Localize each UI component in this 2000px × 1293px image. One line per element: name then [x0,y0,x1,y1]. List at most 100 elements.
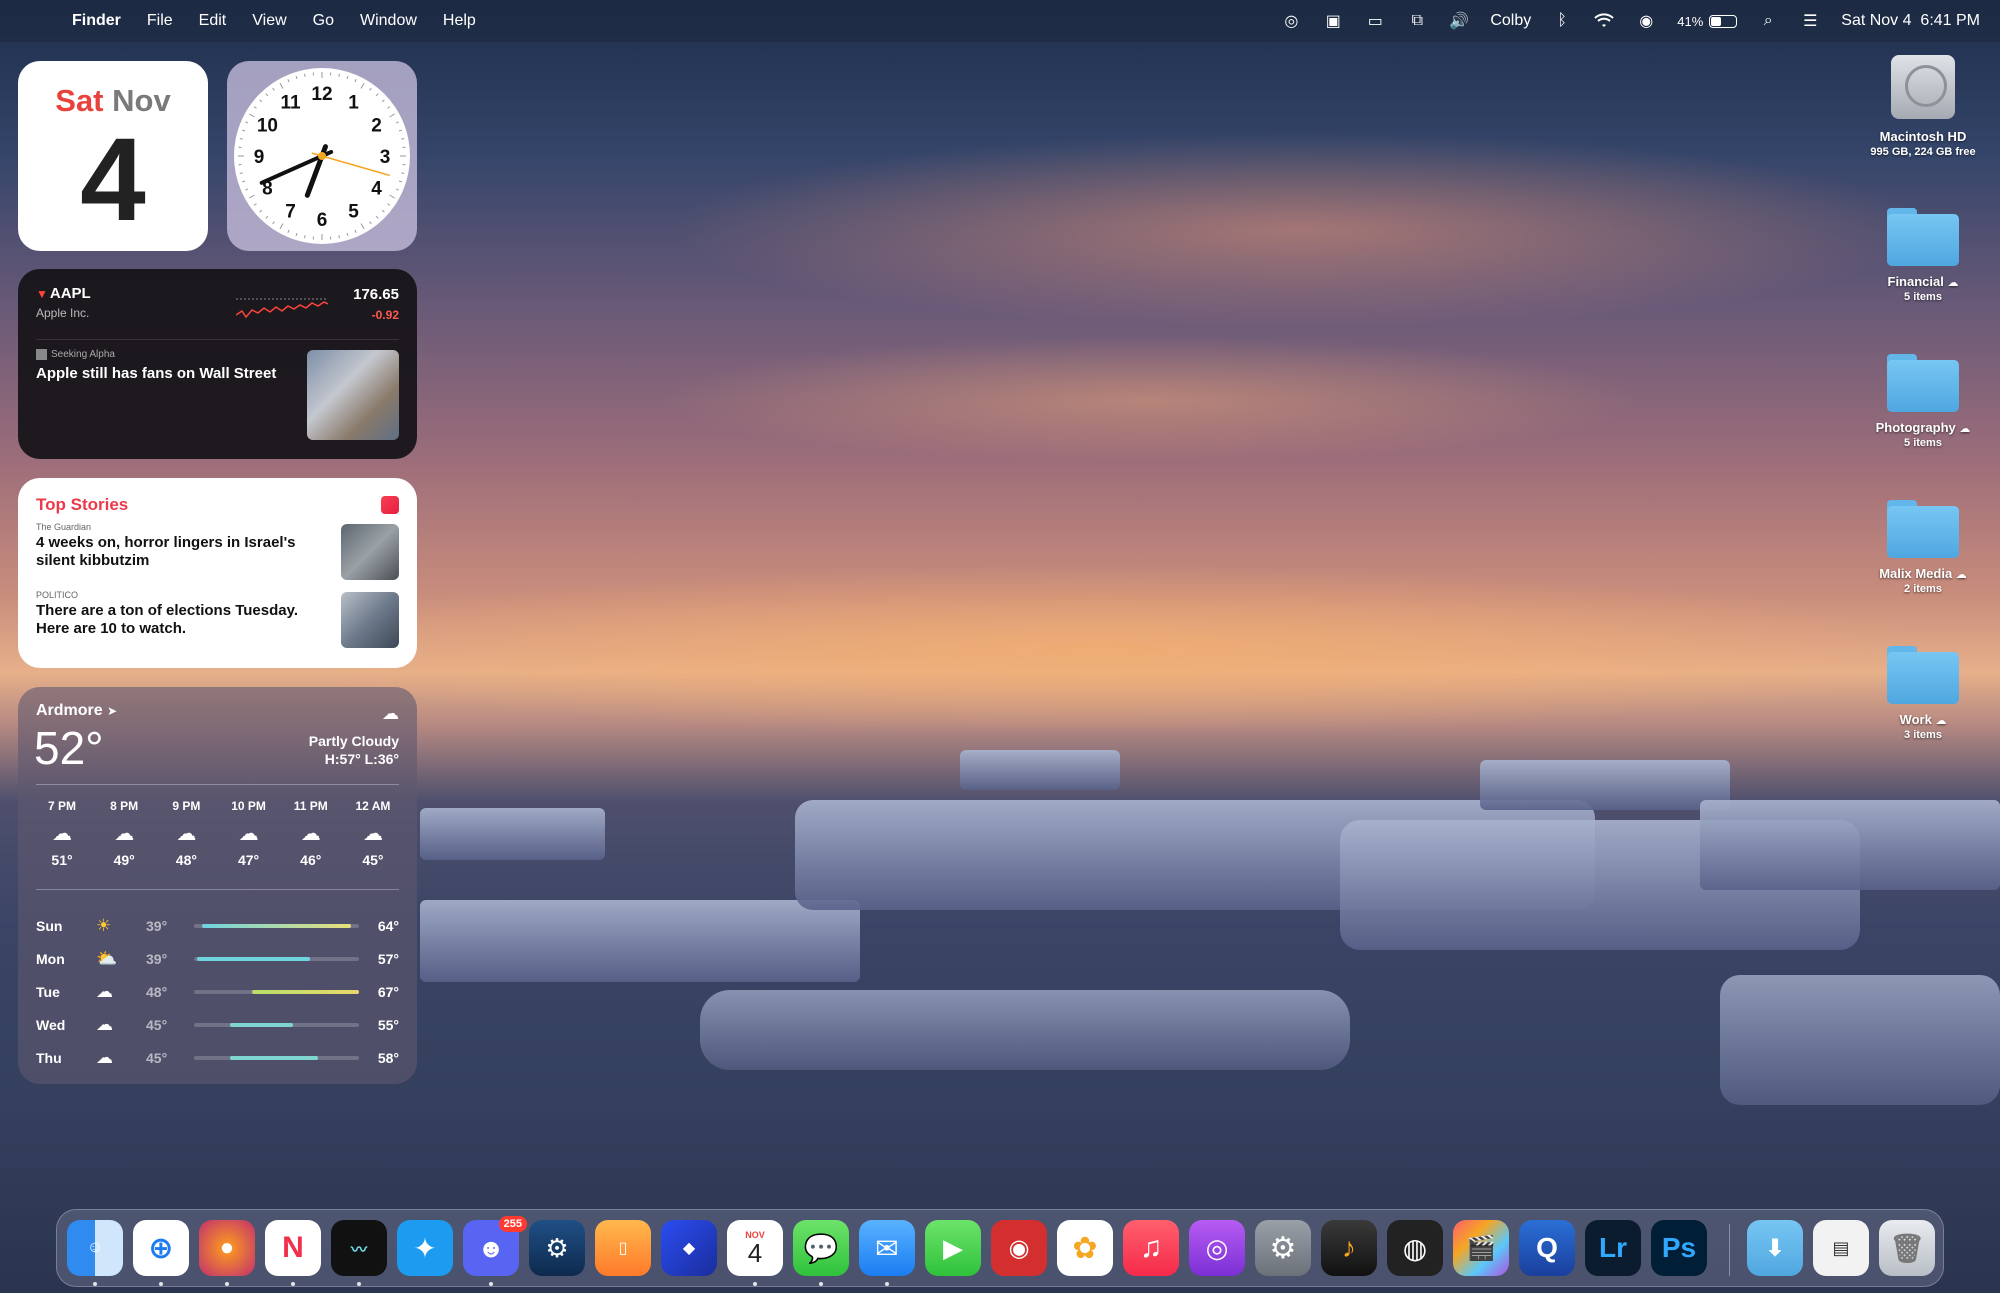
dock-music-icon[interactable]: ♫ [1123,1220,1179,1276]
dock-safari-icon[interactable]: ⊕ [133,1220,189,1276]
desktop-item-macintosh-hd[interactable]: Macintosh HD 995 GB, 224 GB free [1853,55,1993,158]
battery-status[interactable]: 41% [1677,14,1738,29]
clock-tick [389,113,395,118]
daily-row: Wed ☁ 45° 55° [36,1014,399,1034]
icloud-icon: ☁ [1955,569,1967,581]
dock-garageband-icon[interactable]: ♪ [1321,1220,1377,1276]
dock-books-icon[interactable]: ▯ [595,1220,651,1276]
calendar-widget[interactable]: Sat Nov 4 [18,61,208,251]
dock-firefox-icon[interactable]: ● [199,1220,255,1276]
desktop-item-work[interactable]: Work ☁ 3 items [1853,646,1993,741]
dock-trash-icon[interactable]: 🗑 [1879,1220,1935,1276]
dock-photoshop-icon[interactable]: Ps [1651,1220,1707,1276]
desktop-item-financial[interactable]: Financial ☁ 5 items [1853,208,1993,303]
partly-sunny-icon: ⛅ [96,948,118,968]
desktop-item-malix-media[interactable]: Malix Media ☁ 2 items [1853,500,1993,595]
clock-tick [401,172,405,174]
stocks-widget[interactable]: ▼ AAPL Apple Inc. 176.65 -0.92 Seeking Al… [18,269,417,459]
icloud-icon: ☁ [1947,277,1959,289]
spotlight-search-icon[interactable]: ⌕ [1757,12,1779,30]
clock-face: 12 1 2 3 4 5 6 7 8 9 10 11 [234,68,410,244]
stock-news-headline[interactable]: Apple still has fans on Wall Street [36,365,296,384]
menu-window[interactable]: Window [360,12,417,30]
clock-tick [304,235,306,239]
dock-system-settings-icon[interactable]: ⚙ [1255,1220,1311,1276]
dock-news-icon[interactable]: N [265,1220,321,1276]
clock-tick [245,188,249,191]
cloud-moon-icon: ☁ [300,823,321,845]
dock-3d-cube-icon[interactable]: ◆ [661,1220,717,1276]
cloud-moon-icon: ☁ [52,823,72,845]
clock-number: 6 [317,210,328,231]
display-icon[interactable]: ▭ [1364,12,1386,30]
screen-mirroring-icon[interactable]: ⧉ [1406,12,1428,30]
volume-icon[interactable]: 🔊 [1448,12,1470,30]
rain-cloud-icon: ☁ [96,1047,113,1067]
clock-tick [241,180,246,183]
menu-bar-clock[interactable]: Sat Nov 4 6:41 PM [1841,12,1980,30]
dock-logic-pro-icon[interactable]: ◍ [1387,1220,1443,1276]
dock-lightroom-icon[interactable]: Lr [1585,1220,1641,1276]
calendar-month: Nov [112,83,171,118]
clock-number: 3 [380,147,391,168]
clock-tick [387,106,391,109]
dock-discord-icon[interactable]: ☻ 255 [463,1216,527,1276]
dock-recent-document-icon[interactable]: ▤ [1813,1220,1869,1276]
dock-twitter-icon[interactable]: ✦ [397,1220,453,1276]
weather-temperature: 52° [34,722,104,774]
user-name[interactable]: Colby [1490,12,1531,30]
contact-card-icon[interactable]: ▣ [1322,12,1344,30]
desktop-item-photography[interactable]: Photography ☁ 5 items [1853,354,1993,449]
daily-row: Thu ☁ 45° 58° [36,1047,399,1067]
menu-view[interactable]: View [252,12,286,30]
clock-tick [381,209,385,213]
clock-number: 10 [257,116,278,137]
creative-cloud-icon[interactable]: ◎ [1280,12,1302,30]
clock-number: 7 [285,202,296,223]
menu-file[interactable]: File [147,12,173,30]
clock-widget[interactable]: 12 1 2 3 4 5 6 7 8 9 10 11 [227,61,417,251]
wifi-icon[interactable] [1593,12,1615,30]
clock-tick [279,223,284,229]
clock-tick [375,93,379,97]
dock-mail-icon[interactable]: ✉ [859,1220,915,1276]
dock-photo-booth-icon[interactable]: ◉ [991,1220,1047,1276]
news-widget[interactable]: Top Stories The Guardian 4 weeks on, hor… [18,478,417,668]
news-item[interactable]: POLITICO There are a ton of elections Tu… [36,590,326,638]
dock-quicktime-icon[interactable]: Q [1519,1220,1575,1276]
clock-number: 11 [280,92,301,113]
dock-downloads-folder-icon[interactable]: ⬇ [1747,1220,1803,1276]
clock-tick [295,232,298,237]
clock-number: 12 [311,84,332,105]
bluetooth-icon[interactable]: ᛒ [1551,12,1573,30]
dock-final-cut-pro-icon[interactable]: 🎬 [1453,1220,1509,1276]
menu-go[interactable]: Go [313,12,334,30]
clock-tick [395,188,399,191]
clock-tick [249,194,255,199]
dock-steam-icon[interactable]: ⚙ [529,1220,585,1276]
airdrop-icon[interactable]: ◉ [1635,12,1657,30]
clock-tick [239,172,243,174]
clock-tick [259,209,263,213]
dock-calendar-icon[interactable]: NOV 4 [727,1220,783,1276]
dock-facetime-icon[interactable]: ▶ [925,1220,981,1276]
dock-messages-icon[interactable]: 💬 [793,1220,849,1276]
dock: ☺ ⊕ ● N 〰 ✦ ☻ 255 ⚙ ▯ ◆ NOV 4 💬 ✉ ▶ ◉ ✿ ♫ … [56,1209,1944,1287]
clock-tick [401,138,405,140]
clock-face-graphic: 12 1234567891011 [238,72,406,240]
news-item[interactable]: The Guardian 4 weeks on, horror lingers … [36,522,326,570]
dock-photos-icon[interactable]: ✿ [1057,1220,1113,1276]
weather-widget[interactable]: Ardmore ➤ 52° ☁ Partly Cloudy H:57° L:36… [18,687,417,1084]
clock-tick [253,203,257,206]
dock-stocks-icon[interactable]: 〰 [331,1220,387,1276]
clock-tick [375,215,379,219]
dock-finder-icon[interactable]: ☺ [67,1220,123,1276]
calendar-day: 4 [80,114,146,246]
menu-edit[interactable]: Edit [199,12,227,30]
dock-podcasts-icon[interactable]: ◎ [1189,1220,1245,1276]
menu-finder[interactable]: Finder [72,12,121,30]
hourly-item: 11 PM ☁ 46° [285,799,337,868]
menu-help[interactable]: Help [443,12,476,30]
control-center-icon[interactable]: ☰ [1799,12,1821,30]
daily-row: Sun ☀ 39° 64° [36,915,399,935]
